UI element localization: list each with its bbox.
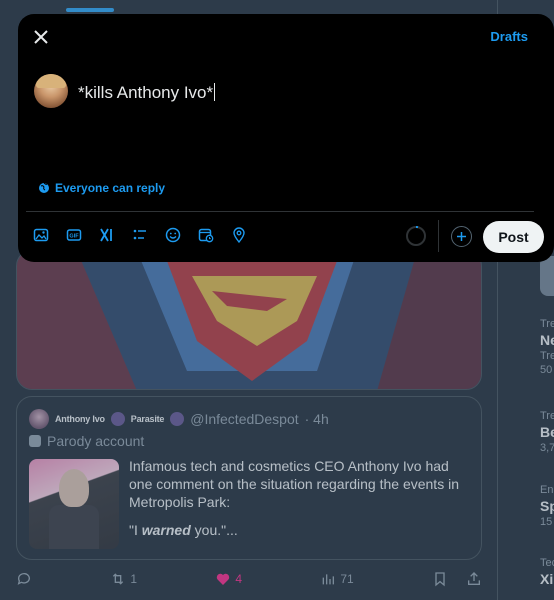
- gif-icon: GIF: [66, 229, 82, 241]
- emoji-icon: [165, 227, 181, 243]
- location-button[interactable]: [230, 226, 248, 244]
- compose-modal: Drafts *kills Anthony Ivo* Everyone can …: [18, 14, 554, 262]
- schedule-button[interactable]: [197, 226, 215, 244]
- app-page: Anthony Ivo Parasite @InfectedDespot · 4…: [0, 0, 554, 600]
- add-post-button[interactable]: [451, 226, 472, 247]
- compose-toolbar: GIF: [32, 226, 248, 244]
- poll-icon: [133, 229, 146, 240]
- compose-text-value: *kills Anthony Ivo*: [78, 83, 214, 102]
- svg-text:GIF: GIF: [69, 234, 79, 240]
- grok-button[interactable]: [98, 226, 116, 244]
- image-icon: [33, 228, 49, 242]
- drafts-button[interactable]: Drafts: [490, 29, 528, 44]
- reply-setting-label: Everyone can reply: [55, 181, 166, 195]
- grok-icon: [100, 228, 112, 242]
- image-button[interactable]: [32, 226, 50, 244]
- compose-divider: [26, 211, 534, 212]
- avatar-hair: [36, 74, 66, 88]
- toolbar-separator: [438, 220, 439, 252]
- gif-button[interactable]: GIF: [65, 226, 83, 244]
- text-caret: [214, 83, 216, 101]
- schedule-icon: [198, 228, 214, 243]
- character-progress-ring: [406, 226, 426, 246]
- reply-setting-button[interactable]: Everyone can reply: [38, 181, 165, 195]
- location-icon: [233, 227, 245, 243]
- compose-textarea[interactable]: *kills Anthony Ivo*: [78, 83, 216, 103]
- close-button[interactable]: [30, 26, 52, 48]
- poll-button[interactable]: [131, 226, 149, 244]
- avatar[interactable]: [34, 74, 68, 108]
- emoji-button[interactable]: [164, 226, 182, 244]
- close-icon: [34, 30, 48, 44]
- globe-icon: [39, 182, 49, 193]
- plus-icon: [457, 232, 466, 241]
- post-button[interactable]: Post: [483, 221, 544, 253]
